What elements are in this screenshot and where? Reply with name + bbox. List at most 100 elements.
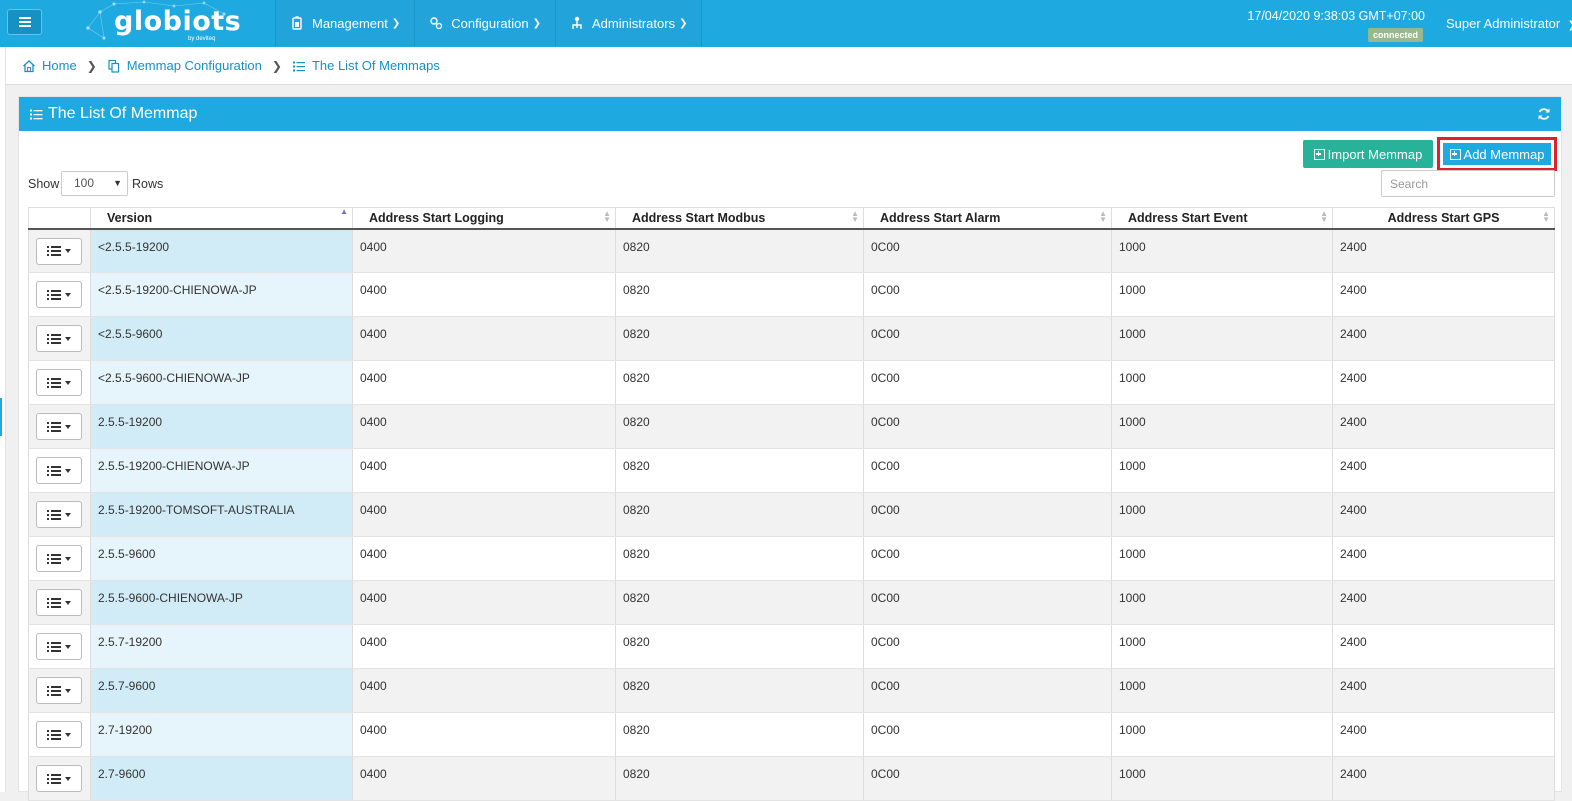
address-cell: 0C00: [863, 404, 1112, 449]
sidebar-marker: [0, 398, 2, 436]
address-cell: 1000: [1111, 712, 1333, 757]
address-cell: 0400: [352, 228, 616, 273]
address-cell: 0C00: [863, 492, 1112, 537]
column-header-label: Address Start Event: [1128, 210, 1248, 225]
refresh-icon[interactable]: [1537, 107, 1551, 121]
column-header-version[interactable]: Version ▲: [90, 207, 353, 230]
address-cell: 0C00: [863, 360, 1112, 405]
address-cell: 0820: [615, 492, 864, 537]
address-cell: 2400: [1332, 448, 1555, 493]
row-actions-cell: [28, 448, 91, 493]
column-header-address-start-alarm[interactable]: Address Start Alarm ▲ ▼: [863, 207, 1112, 230]
row-actions-dropdown-button[interactable]: [36, 237, 82, 265]
list-icon: [47, 773, 61, 784]
row-actions-cell: [28, 316, 91, 361]
column-header-label: Address Start Alarm: [880, 210, 1001, 225]
nav-administrators[interactable]: Administrators ❯: [556, 0, 703, 46]
import-memmap-label: Import Memmap: [1327, 146, 1423, 162]
breadcrumb-list-of-memmaps[interactable]: The List Of Memmaps: [292, 58, 440, 73]
column-header-actions: [28, 207, 91, 230]
address-cell: 1000: [1111, 536, 1333, 581]
column-header-address-start-gps[interactable]: Address Start GPS ▲ ▼: [1332, 207, 1555, 230]
address-cell: 1000: [1111, 756, 1333, 801]
breadcrumb-home[interactable]: Home: [22, 58, 77, 73]
address-cell: 1000: [1111, 492, 1333, 537]
breadcrumb-home-label: Home: [42, 58, 77, 73]
hamburger-icon: [18, 17, 31, 27]
caret-down-icon: [65, 512, 71, 517]
column-header-address-start-logging[interactable]: Address Start Logging ▲ ▼: [352, 207, 616, 230]
row-actions-cell: [28, 360, 91, 405]
address-cell: 0400: [352, 492, 616, 537]
version-cell: 2.5.5-19200-TOMSOFT-AUSTRALIA: [90, 492, 353, 537]
logo[interactable]: globiots by deviteq: [84, 0, 241, 46]
search-input[interactable]: [1381, 170, 1555, 197]
table-row: <2.5.5-9600-CHIENOWA-JP 0400 0820 0C00 1000 2…: [28, 360, 1555, 405]
breadcrumb-memmap-configuration[interactable]: Memmap Configuration: [107, 58, 262, 73]
sort-icon: ▲ ▼: [1320, 209, 1328, 224]
column-header-label: Version: [107, 210, 153, 225]
row-actions-cell: [28, 756, 91, 801]
rows-label: Rows: [132, 177, 164, 191]
add-memmap-label: Add Memmap: [1463, 146, 1545, 162]
nav-management[interactable]: Management ❯: [275, 0, 416, 46]
row-actions-dropdown-button[interactable]: [36, 721, 82, 748]
row-actions-dropdown-button[interactable]: [36, 633, 82, 660]
row-actions-dropdown-button[interactable]: [36, 545, 82, 572]
column-header-address-start-event[interactable]: Address Start Event ▲ ▼: [1111, 207, 1333, 230]
row-actions-dropdown-button[interactable]: [36, 765, 82, 792]
address-cell: 0400: [352, 536, 616, 581]
chevron-down-icon: ❯: [679, 17, 688, 29]
version-cell: 2.5.5-9600: [90, 536, 353, 581]
address-cell: 0C00: [863, 580, 1112, 625]
address-cell: 1000: [1111, 448, 1333, 493]
address-cell: 0C00: [863, 624, 1112, 669]
address-cell: 1000: [1111, 580, 1333, 625]
add-memmap-button[interactable]: Add Memmap: [1443, 143, 1551, 165]
address-cell: 1000: [1111, 360, 1333, 405]
address-cell: 0400: [352, 668, 616, 713]
row-actions-dropdown-button[interactable]: [36, 457, 82, 484]
address-cell: 2400: [1332, 756, 1555, 801]
column-header-label: Address Start GPS: [1387, 210, 1500, 225]
row-actions-dropdown-button[interactable]: [36, 325, 82, 352]
list-icon: [47, 333, 61, 344]
row-actions-cell: [28, 272, 91, 317]
column-header-address-start-modbus[interactable]: Address Start Modbus ▲ ▼: [615, 207, 864, 230]
main-nav: Management ❯ Configuration ❯ Administrat…: [275, 0, 703, 46]
connection-status-badge: connected: [1368, 28, 1423, 42]
table-row: 2.5.5-9600 0400 0820 0C00 1000 2400: [28, 536, 1555, 581]
nav-administrators-label: Administrators: [592, 15, 676, 31]
row-actions-dropdown-button[interactable]: [36, 413, 82, 440]
version-cell: 2.5.7-19200: [90, 624, 353, 669]
row-actions-dropdown-button[interactable]: [36, 369, 82, 396]
address-cell: 1000: [1111, 316, 1333, 361]
caret-down-icon: [65, 600, 71, 605]
caret-down-icon: [65, 688, 71, 693]
address-cell: 0820: [615, 536, 864, 581]
caret-down-icon: [65, 468, 71, 473]
address-cell: 0C00: [863, 668, 1112, 713]
address-cell: 0820: [615, 624, 864, 669]
row-actions-dropdown-button[interactable]: [36, 281, 82, 308]
version-cell: 2.5.5-9600-CHIENOWA-JP: [90, 580, 353, 625]
table-body: <2.5.5-19200 0400 0820 0C00 1000 2400 <2.5.5-1…: [28, 228, 1555, 801]
nav-configuration[interactable]: Configuration ❯: [415, 0, 556, 46]
row-actions-dropdown-button[interactable]: [36, 677, 82, 704]
import-memmap-button[interactable]: Import Memmap: [1303, 140, 1433, 168]
breadcrumb-separator-icon: ❯: [86, 58, 97, 73]
menu-toggle-button[interactable]: [7, 9, 42, 35]
user-menu[interactable]: Super Administrator ❯: [1446, 16, 1572, 31]
rows-per-page-select[interactable]: 100 ▼: [61, 171, 128, 196]
address-cell: 0400: [352, 756, 616, 801]
list-icon: [29, 107, 44, 122]
address-cell: 2400: [1332, 624, 1555, 669]
row-actions-dropdown-button[interactable]: [36, 501, 82, 528]
address-cell: 2400: [1332, 404, 1555, 449]
address-cell: 1000: [1111, 668, 1333, 713]
row-actions-dropdown-button[interactable]: [36, 589, 82, 616]
memmap-table: Version ▲ Address Start Logging ▲ ▼ Address…: [28, 207, 1555, 801]
address-cell: 0820: [615, 272, 864, 317]
address-cell: 0400: [352, 712, 616, 757]
table-row: 2.7-9600 0400 0820 0C00 1000 2400: [28, 756, 1555, 801]
